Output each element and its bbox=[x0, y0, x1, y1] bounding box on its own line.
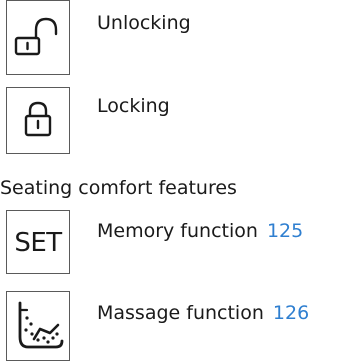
massage-function-page-link[interactable]: 126 bbox=[273, 302, 309, 324]
locking-label: Locking bbox=[97, 95, 170, 117]
massage-icon-box bbox=[6, 291, 70, 361]
massage-function-text: Massage function bbox=[97, 302, 264, 324]
unlocking-label: Unlocking bbox=[97, 12, 191, 34]
memory-function-page-link[interactable]: 125 bbox=[267, 220, 303, 242]
memory-function-text: Memory function bbox=[97, 220, 258, 242]
unlock-icon bbox=[14, 17, 58, 56]
section-heading: Seating comfort features bbox=[0, 177, 237, 199]
massage-seat-icon bbox=[18, 301, 64, 349]
lock-icon bbox=[24, 101, 52, 137]
massage-function-label: Massage function 126 bbox=[97, 301, 309, 325]
lock-icon-box bbox=[6, 87, 70, 154]
unlock-icon-box bbox=[6, 0, 70, 75]
set-icon-box: SET bbox=[6, 210, 70, 274]
memory-function-label: Memory function 125 bbox=[97, 219, 303, 243]
set-icon: SET bbox=[14, 228, 62, 258]
